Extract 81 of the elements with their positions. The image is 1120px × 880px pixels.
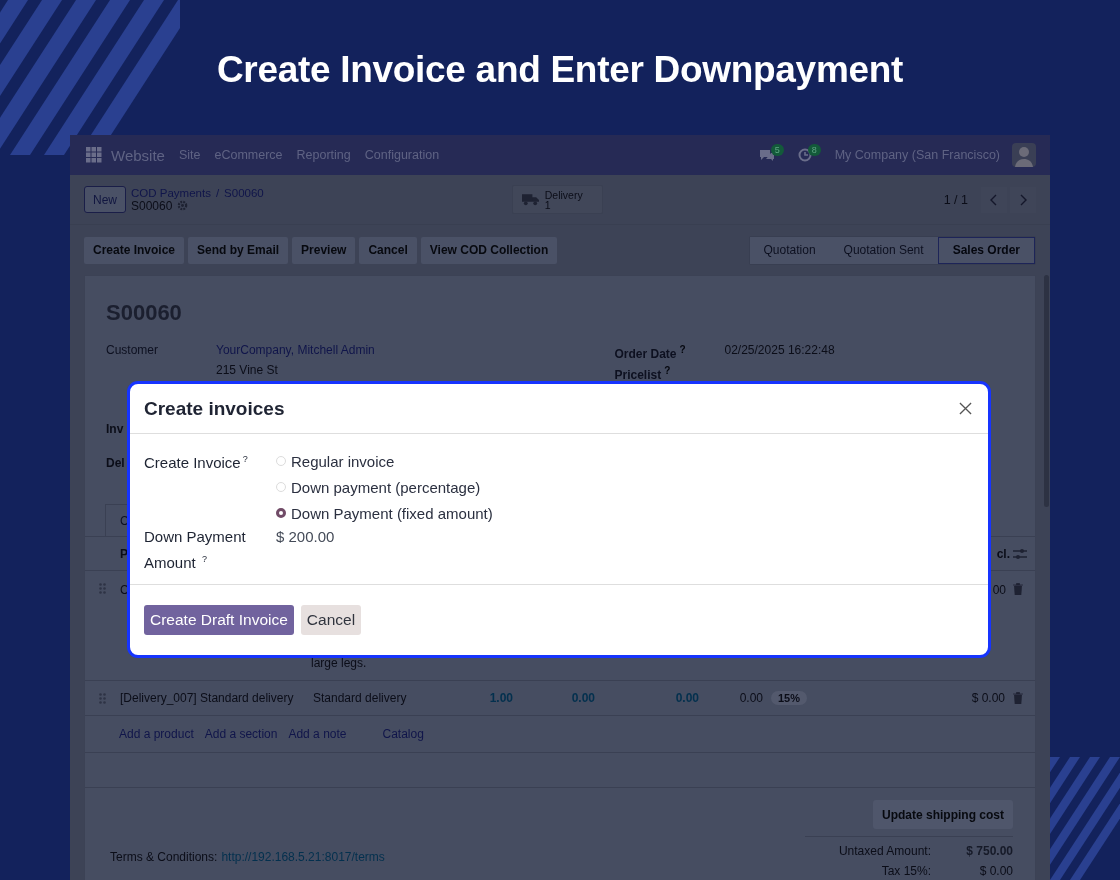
- total-value: $ 0.00: [978, 863, 1013, 880]
- add-line-link[interactable]: Add a section: [204, 727, 278, 741]
- order-date-value: 02/25/2025 16:22:48: [724, 342, 835, 359]
- editable-cell-text: 0.00: [570, 691, 595, 705]
- truck-icon: [521, 193, 539, 206]
- trash-icon[interactable]: [1013, 692, 1023, 704]
- status-stage[interactable]: Quotation: [749, 236, 830, 264]
- chevron-left-icon: [990, 193, 998, 206]
- field-label: Pricelist: [614, 368, 662, 382]
- avatar-icon[interactable]: [1012, 143, 1036, 167]
- editable-cell-text: 1.00: [488, 691, 513, 705]
- total-value: $ 750.00: [965, 843, 1013, 860]
- new-button[interactable]: New: [84, 186, 126, 213]
- clock-icon[interactable]: [797, 148, 812, 162]
- action-button[interactable]: Send by Email: [188, 236, 289, 264]
- breadcrumb-separator: /: [215, 186, 220, 199]
- field-label: Customer: [106, 342, 159, 359]
- radio-button[interactable]: [276, 508, 286, 518]
- table-cell-text: 0.00: [738, 691, 763, 705]
- close-icon: [958, 402, 972, 415]
- field-label: Del: [106, 456, 125, 470]
- action-button[interactable]: Preview: [292, 236, 356, 264]
- table-cell-text: Standard delivery: [313, 691, 408, 705]
- total-label: Tax 15%:: [881, 863, 931, 880]
- status-stage[interactable]: Quotation Sent: [829, 236, 938, 264]
- menu-item[interactable]: Configuration: [364, 148, 440, 162]
- table-cell: 00: [992, 583, 1006, 597]
- total-label: Untaxed Amount:: [838, 843, 931, 860]
- delivery-smart-button[interactable]: Delivery 1: [511, 185, 603, 214]
- column-settings-icon[interactable]: [1013, 547, 1027, 560]
- customer-address: 215 Vine St: [216, 362, 279, 379]
- field-label: Order Date: [614, 347, 677, 361]
- terms-link[interactable]: http://192.168.5.21:8017/terms: [221, 850, 385, 880]
- chat-icon[interactable]: [758, 148, 775, 162]
- cancel-button[interactable]: Cancel: [300, 605, 362, 635]
- page-headline: Create Invoice and Enter Downpayment: [216, 48, 904, 92]
- terms-label: Terms & Conditions:: [110, 850, 218, 866]
- action-button[interactable]: View COD Collection: [420, 236, 558, 264]
- message-count-badge: 5: [770, 144, 784, 156]
- radio-label[interactable]: Regular invoice: [291, 452, 395, 470]
- drag-handle-icon[interactable]: [99, 692, 106, 704]
- app-name[interactable]: Website: [111, 146, 165, 164]
- scrollbar[interactable]: [1044, 275, 1049, 507]
- action-button[interactable]: Create Invoice: [84, 236, 185, 264]
- amount-field[interactable]: $ 200.00: [276, 526, 335, 574]
- table-cell-text: $ 0.00: [970, 691, 1005, 705]
- radio-label[interactable]: Down Payment (fixed amount): [291, 504, 493, 522]
- update-shipping-button[interactable]: Update shipping cost: [873, 800, 1013, 829]
- dialog-title: Create invoices: [144, 397, 286, 420]
- table-cell: large legs.: [311, 656, 367, 670]
- column-header: cl.: [996, 546, 1010, 561]
- menu-item[interactable]: Site: [178, 148, 201, 162]
- help-mark[interactable]: ?: [664, 365, 671, 376]
- help-mark[interactable]: ?: [679, 344, 686, 355]
- smart-button-label: Delivery: [544, 189, 583, 200]
- field-label: Create Invoice: [144, 454, 241, 471]
- menu-item[interactable]: eCommerce: [214, 148, 283, 162]
- company-switcher[interactable]: My Company (San Francisco): [834, 148, 1000, 162]
- editable-cell-text: 0.00: [674, 691, 699, 705]
- menu-item[interactable]: Reporting: [296, 148, 351, 162]
- table-cell-text: [Delivery_007] Standard delivery: [120, 691, 295, 705]
- tax-tag: 15%: [771, 691, 808, 705]
- field-label: Down Payment Amount $^{?}$: [144, 527, 247, 573]
- add-line-link[interactable]: Catalog: [382, 727, 424, 741]
- apps-grid-icon[interactable]: [86, 147, 102, 163]
- chevron-right-icon: [1019, 193, 1027, 206]
- settings-icon[interactable]: [177, 200, 189, 211]
- trash-icon[interactable]: [1013, 583, 1023, 595]
- drag-handle-icon[interactable]: [99, 583, 106, 594]
- status-stage[interactable]: Sales Order: [937, 236, 1035, 264]
- field-label: Inv: [106, 422, 124, 436]
- help-mark[interactable]: ?: [242, 454, 248, 464]
- create-draft-invoice-button[interactable]: Create Draft Invoice: [144, 605, 294, 635]
- action-button[interactable]: Cancel: [359, 236, 417, 264]
- activity-count-badge: 8: [807, 144, 821, 156]
- smart-button-count: 1: [544, 199, 551, 210]
- customer-link[interactable]: YourCompany, Mitchell Admin: [216, 343, 375, 357]
- add-line-link[interactable]: Add a note: [288, 727, 347, 741]
- pager-value: 1 / 1: [943, 192, 968, 207]
- radio-label[interactable]: Down payment (percentage): [291, 478, 481, 496]
- record-name: S00060: [131, 198, 173, 213]
